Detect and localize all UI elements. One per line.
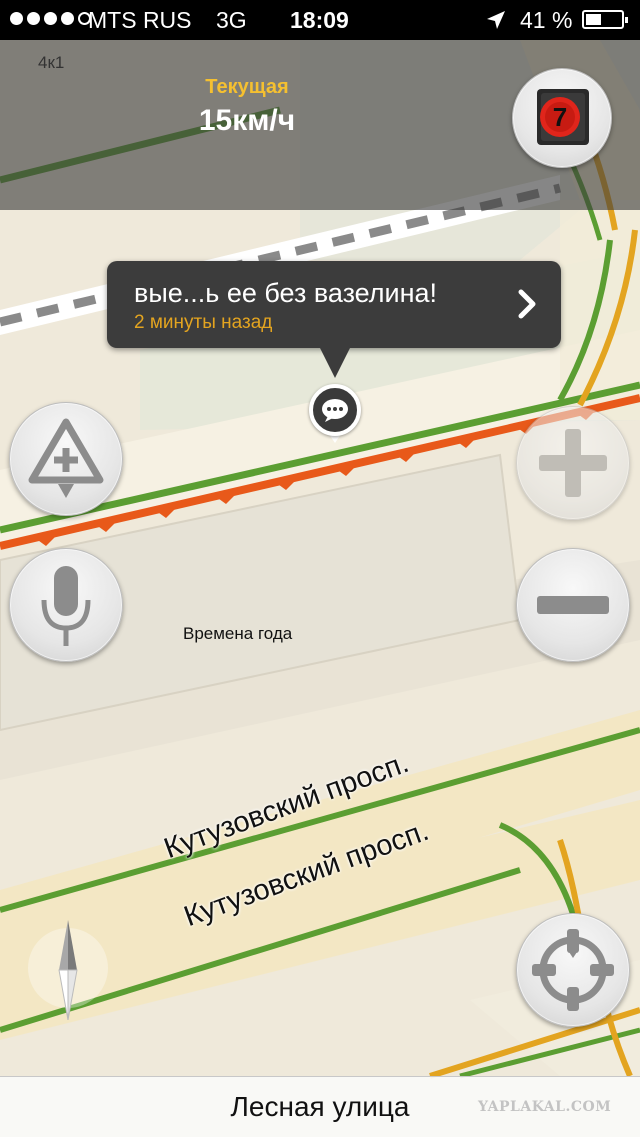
place-label: Времена года <box>183 624 293 643</box>
network-type: 3G <box>216 7 247 33</box>
carrier-name: MTS RUS <box>88 7 192 33</box>
zoom-in-button[interactable] <box>516 406 630 520</box>
compass-icon <box>58 920 78 1020</box>
battery-percent: 41 % <box>520 7 573 33</box>
chat-bubble-icon[interactable] <box>309 384 361 436</box>
minus-icon <box>537 596 609 614</box>
traffic-light-icon: 7 <box>537 89 589 145</box>
message-text: вые...ь ее без вазелина! <box>134 278 438 308</box>
speed-label: Текущая <box>205 76 289 98</box>
compass-button[interactable] <box>28 920 108 1020</box>
add-road-event-button[interactable] <box>9 402 123 516</box>
battery-icon <box>582 10 628 29</box>
building-label: 4к1 <box>38 53 65 72</box>
traffic-button[interactable]: 7 <box>512 68 612 168</box>
traffic-level: 7 <box>553 102 567 132</box>
bubble-pointer <box>320 348 350 378</box>
watermark: YAPLAKAL.COM <box>478 1099 612 1115</box>
signal-strength-icon <box>10 12 91 25</box>
message-bubble[interactable]: вые...ь ее без вазелина! 2 минуты назад <box>107 261 561 348</box>
my-location-button[interactable] <box>516 913 630 1027</box>
zoom-out-button[interactable] <box>516 548 630 662</box>
message-time: 2 минуты назад <box>134 312 273 333</box>
chevron-right-icon[interactable] <box>515 287 539 321</box>
plus-icon <box>539 429 607 497</box>
current-street-bar: Лесная улица YAPLAKAL.COM <box>0 1076 640 1137</box>
status-bar: MTS RUS 3G 18:09 41 % <box>0 0 640 40</box>
voice-search-button[interactable] <box>9 548 123 662</box>
status-time: 18:09 <box>290 7 349 33</box>
speed-value: 15км/ч <box>198 104 296 137</box>
crosshair-icon <box>532 929 614 1011</box>
warning-plus-icon <box>28 418 104 498</box>
location-arrow-icon <box>487 11 505 29</box>
microphone-icon <box>41 566 91 646</box>
